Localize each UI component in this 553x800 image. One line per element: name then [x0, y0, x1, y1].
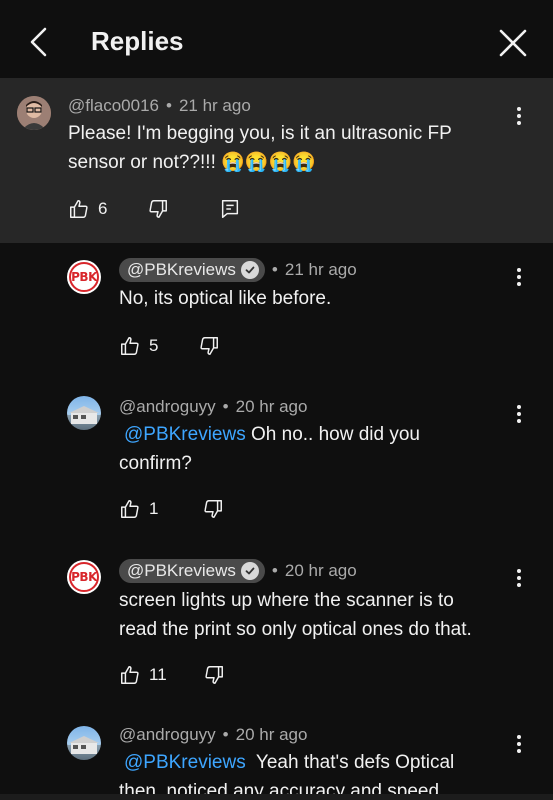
more-options-icon[interactable]	[513, 104, 525, 128]
bottom-edge	[0, 794, 553, 800]
mention-link[interactable]: @PBKreviews	[124, 424, 246, 445]
separator-dot: •	[222, 397, 229, 416]
comment-time: 20 hr ago	[284, 561, 357, 580]
parent-comment: @flaco0016 • 21 hr ago Please! I'm beggi…	[0, 78, 553, 243]
comment-author[interactable]: @flaco0016	[68, 96, 159, 116]
verified-check-icon	[240, 562, 259, 580]
dislike-icon[interactable]	[202, 498, 224, 520]
like-count: 1	[149, 499, 159, 518]
comment-meta: @androguyy • 20 hr ago	[119, 395, 307, 419]
comment-time: 20 hr ago	[235, 397, 308, 416]
comment-actions: 6	[68, 196, 241, 222]
reply-icon[interactable]	[219, 198, 241, 220]
comment-author: @PBKreviews	[127, 260, 236, 279]
dislike-icon[interactable]	[147, 198, 169, 220]
like-icon[interactable]	[119, 498, 141, 520]
header: Replies	[0, 0, 553, 78]
separator-dot: •	[222, 725, 229, 744]
dislike-icon[interactable]	[198, 335, 220, 357]
back-icon[interactable]	[22, 24, 58, 60]
like-icon[interactable]	[119, 335, 141, 357]
separator-dot: •	[271, 561, 278, 580]
comment-meta: @androguyy • 20 hr ago	[119, 723, 307, 747]
pbk-logo: PBK	[69, 562, 99, 592]
mention-link[interactable]: @PBKreviews	[124, 752, 246, 773]
comment-actions: 11	[119, 662, 225, 688]
comment-meta: @PBKreviews • 21 hr ago	[119, 258, 357, 282]
comment-meta: @flaco0016 • 21 hr ago	[68, 94, 251, 118]
comment-author: @PBKreviews	[127, 561, 236, 580]
avatar[interactable]	[67, 726, 101, 760]
comment-actions: 5	[119, 333, 220, 359]
pbk-logo: PBK	[69, 262, 99, 292]
reply-comment: PBK @PBKreviews • 20 hr ago screen light…	[0, 542, 553, 706]
comment-meta: @PBKreviews • 20 hr ago	[119, 559, 357, 583]
verified-check-icon	[240, 261, 259, 279]
comment-text: Please! I'm begging you, is it an ultras…	[68, 123, 452, 173]
comment-author[interactable]: @androguyy	[119, 397, 216, 417]
page-title: Replies	[91, 26, 184, 56]
close-icon[interactable]	[494, 24, 532, 62]
comment-author[interactable]: @androguyy	[119, 725, 216, 745]
comment-time: 21 hr ago	[284, 260, 357, 279]
comment-text: @PBKreviews Oh no.. how did you confirm?	[119, 424, 420, 474]
comment-text: @PBKreviews Yeah that's defs Optical the…	[119, 752, 455, 794]
comment-text: screen lights up where the scanner is to…	[119, 590, 472, 640]
avatar[interactable]	[17, 96, 51, 130]
reply-comment: PBK @PBKreviews • 21 hr ago No, its opti…	[0, 243, 553, 378]
author-badge[interactable]: @PBKreviews	[119, 258, 265, 282]
like-count: 6	[98, 199, 108, 218]
comment-actions: 1	[119, 496, 224, 522]
reply-comment: @androguyy • 20 hr ago @PBKreviews Oh no…	[0, 378, 553, 542]
like-count: 11	[149, 665, 167, 684]
like-count: 5	[149, 336, 159, 355]
avatar[interactable]: PBK	[67, 560, 101, 594]
like-icon[interactable]	[119, 664, 141, 686]
reply-comment: @androguyy • 20 hr ago @PBKreviews Yeah …	[0, 706, 553, 794]
author-badge[interactable]: @PBKreviews	[119, 559, 265, 583]
comment-time: 21 hr ago	[178, 96, 251, 115]
avatar[interactable]	[67, 396, 101, 430]
avatar[interactable]: PBK	[67, 260, 101, 294]
separator-dot: •	[166, 96, 172, 115]
dislike-icon[interactable]	[203, 664, 225, 686]
like-icon[interactable]	[68, 198, 90, 220]
separator-dot: •	[271, 260, 278, 279]
comment-time: 20 hr ago	[235, 725, 308, 744]
comment-text: No, its optical like before.	[119, 288, 332, 309]
